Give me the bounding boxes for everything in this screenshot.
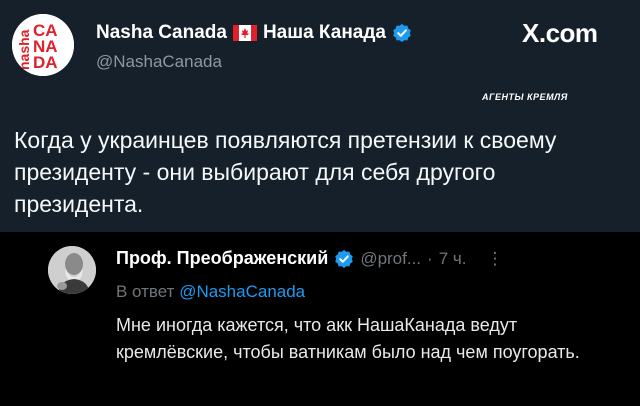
reply-post: Проф. Преображенский @prof... · 7 ч. ⋮ В… bbox=[0, 232, 640, 406]
post-text: Когда у украинцев появляются претензии к… bbox=[14, 127, 557, 217]
author-row: Nasha Canada Наша Канада bbox=[96, 20, 412, 46]
reply-text: Мне иногда кажется, что акк НашаКанада в… bbox=[116, 315, 580, 362]
reply-author-handle[interactable]: @prof... bbox=[360, 249, 421, 269]
separator-dot: · bbox=[427, 248, 433, 268]
canada-flag-icon bbox=[232, 25, 257, 41]
reply-to-label: В ответ bbox=[116, 282, 175, 301]
verified-badge-icon bbox=[392, 23, 412, 43]
reply-header: Проф. Преображенский @prof... · 7 ч. ⋮ bbox=[116, 248, 503, 269]
original-post: nasha CA NA DA Nasha Canada Наша Канада … bbox=[0, 0, 640, 232]
author-handle[interactable]: @NashaCanada bbox=[96, 52, 222, 72]
logo-line-3: DA bbox=[33, 53, 58, 72]
author-name-ru[interactable]: Наша Канада bbox=[263, 22, 386, 44]
reply-to-line: В ответ @NashaCanada bbox=[116, 282, 305, 302]
source-site-label: X.com bbox=[522, 18, 598, 48]
reply-to-handle-link[interactable]: @NashaCanada bbox=[179, 282, 305, 301]
professor-avatar[interactable] bbox=[48, 246, 96, 294]
more-options-icon[interactable]: ⋮ bbox=[486, 249, 503, 269]
reply-timestamp[interactable]: 7 ч. bbox=[439, 249, 467, 269]
watermark-text: АГЕНТЫ КРЕМЛЯ bbox=[482, 92, 568, 102]
author-name[interactable]: Nasha Canada bbox=[96, 22, 227, 44]
logo-vertical-text: nasha bbox=[16, 29, 32, 70]
verified-badge-icon bbox=[334, 249, 354, 269]
reply-author-name[interactable]: Проф. Преображенский bbox=[116, 248, 328, 269]
nasha-canada-avatar[interactable]: nasha CA NA DA bbox=[12, 14, 74, 76]
